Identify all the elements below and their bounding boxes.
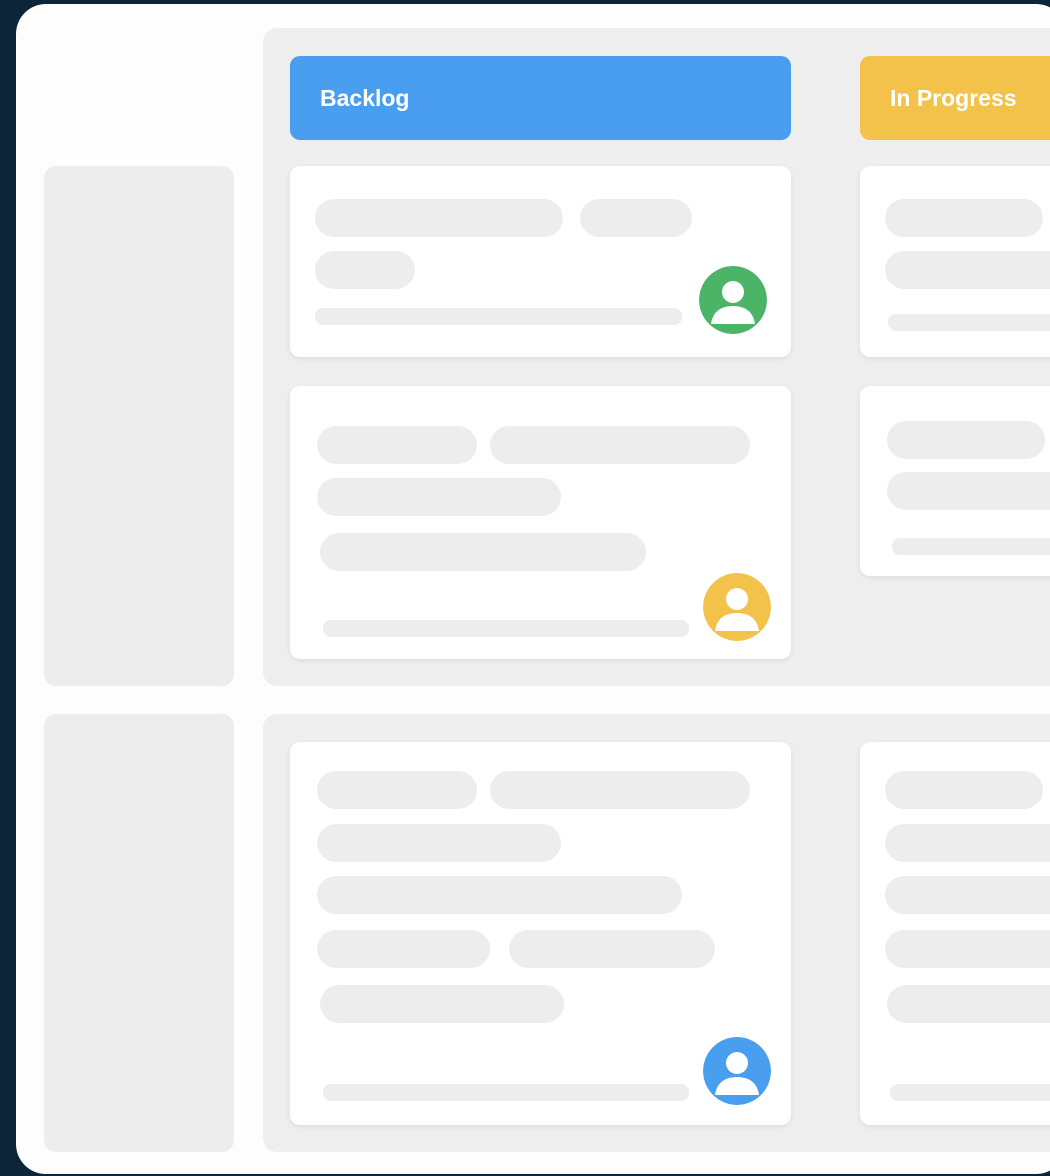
text-placeholder <box>509 930 715 968</box>
column-header-backlog[interactable]: Backlog <box>290 56 791 140</box>
text-placeholder <box>317 426 477 464</box>
column-title-backlog: Backlog <box>320 84 410 111</box>
text-placeholder <box>315 199 563 237</box>
meta-placeholder <box>315 308 682 325</box>
text-placeholder <box>317 930 490 968</box>
text-placeholder <box>320 533 646 571</box>
column-title-in-progress: In Progress <box>890 84 1017 111</box>
text-placeholder <box>315 251 415 289</box>
swimlane-label-2 <box>44 714 234 1152</box>
swimlane-label-1 <box>44 166 234 686</box>
text-placeholder <box>885 199 1043 237</box>
text-placeholder <box>885 930 1050 968</box>
text-placeholder <box>885 824 1050 862</box>
text-placeholder <box>887 421 1045 459</box>
text-placeholder <box>490 426 750 464</box>
text-placeholder <box>317 771 477 809</box>
user-avatar-icon[interactable] <box>703 1037 771 1105</box>
meta-placeholder <box>892 538 1050 555</box>
text-placeholder <box>887 472 1050 510</box>
text-placeholder <box>887 985 1050 1023</box>
meta-placeholder <box>888 314 1050 331</box>
task-card[interactable] <box>290 742 791 1125</box>
meta-placeholder <box>890 1084 1050 1101</box>
column-header-in-progress[interactable]: In Progress <box>860 56 1050 140</box>
text-placeholder <box>317 824 561 862</box>
text-placeholder <box>317 876 682 914</box>
user-avatar-icon[interactable] <box>699 266 767 334</box>
text-placeholder <box>320 985 564 1023</box>
task-card[interactable] <box>860 166 1050 357</box>
user-avatar-icon[interactable] <box>703 573 771 641</box>
meta-placeholder <box>323 1084 689 1101</box>
task-card[interactable] <box>290 166 791 357</box>
task-card[interactable] <box>860 386 1050 576</box>
text-placeholder <box>885 251 1050 289</box>
text-placeholder <box>317 478 561 516</box>
task-card[interactable] <box>860 742 1050 1125</box>
meta-placeholder <box>323 620 689 637</box>
text-placeholder <box>490 771 750 809</box>
text-placeholder <box>580 199 692 237</box>
text-placeholder <box>885 771 1043 809</box>
task-card[interactable] <box>290 386 791 659</box>
text-placeholder <box>885 876 1050 914</box>
